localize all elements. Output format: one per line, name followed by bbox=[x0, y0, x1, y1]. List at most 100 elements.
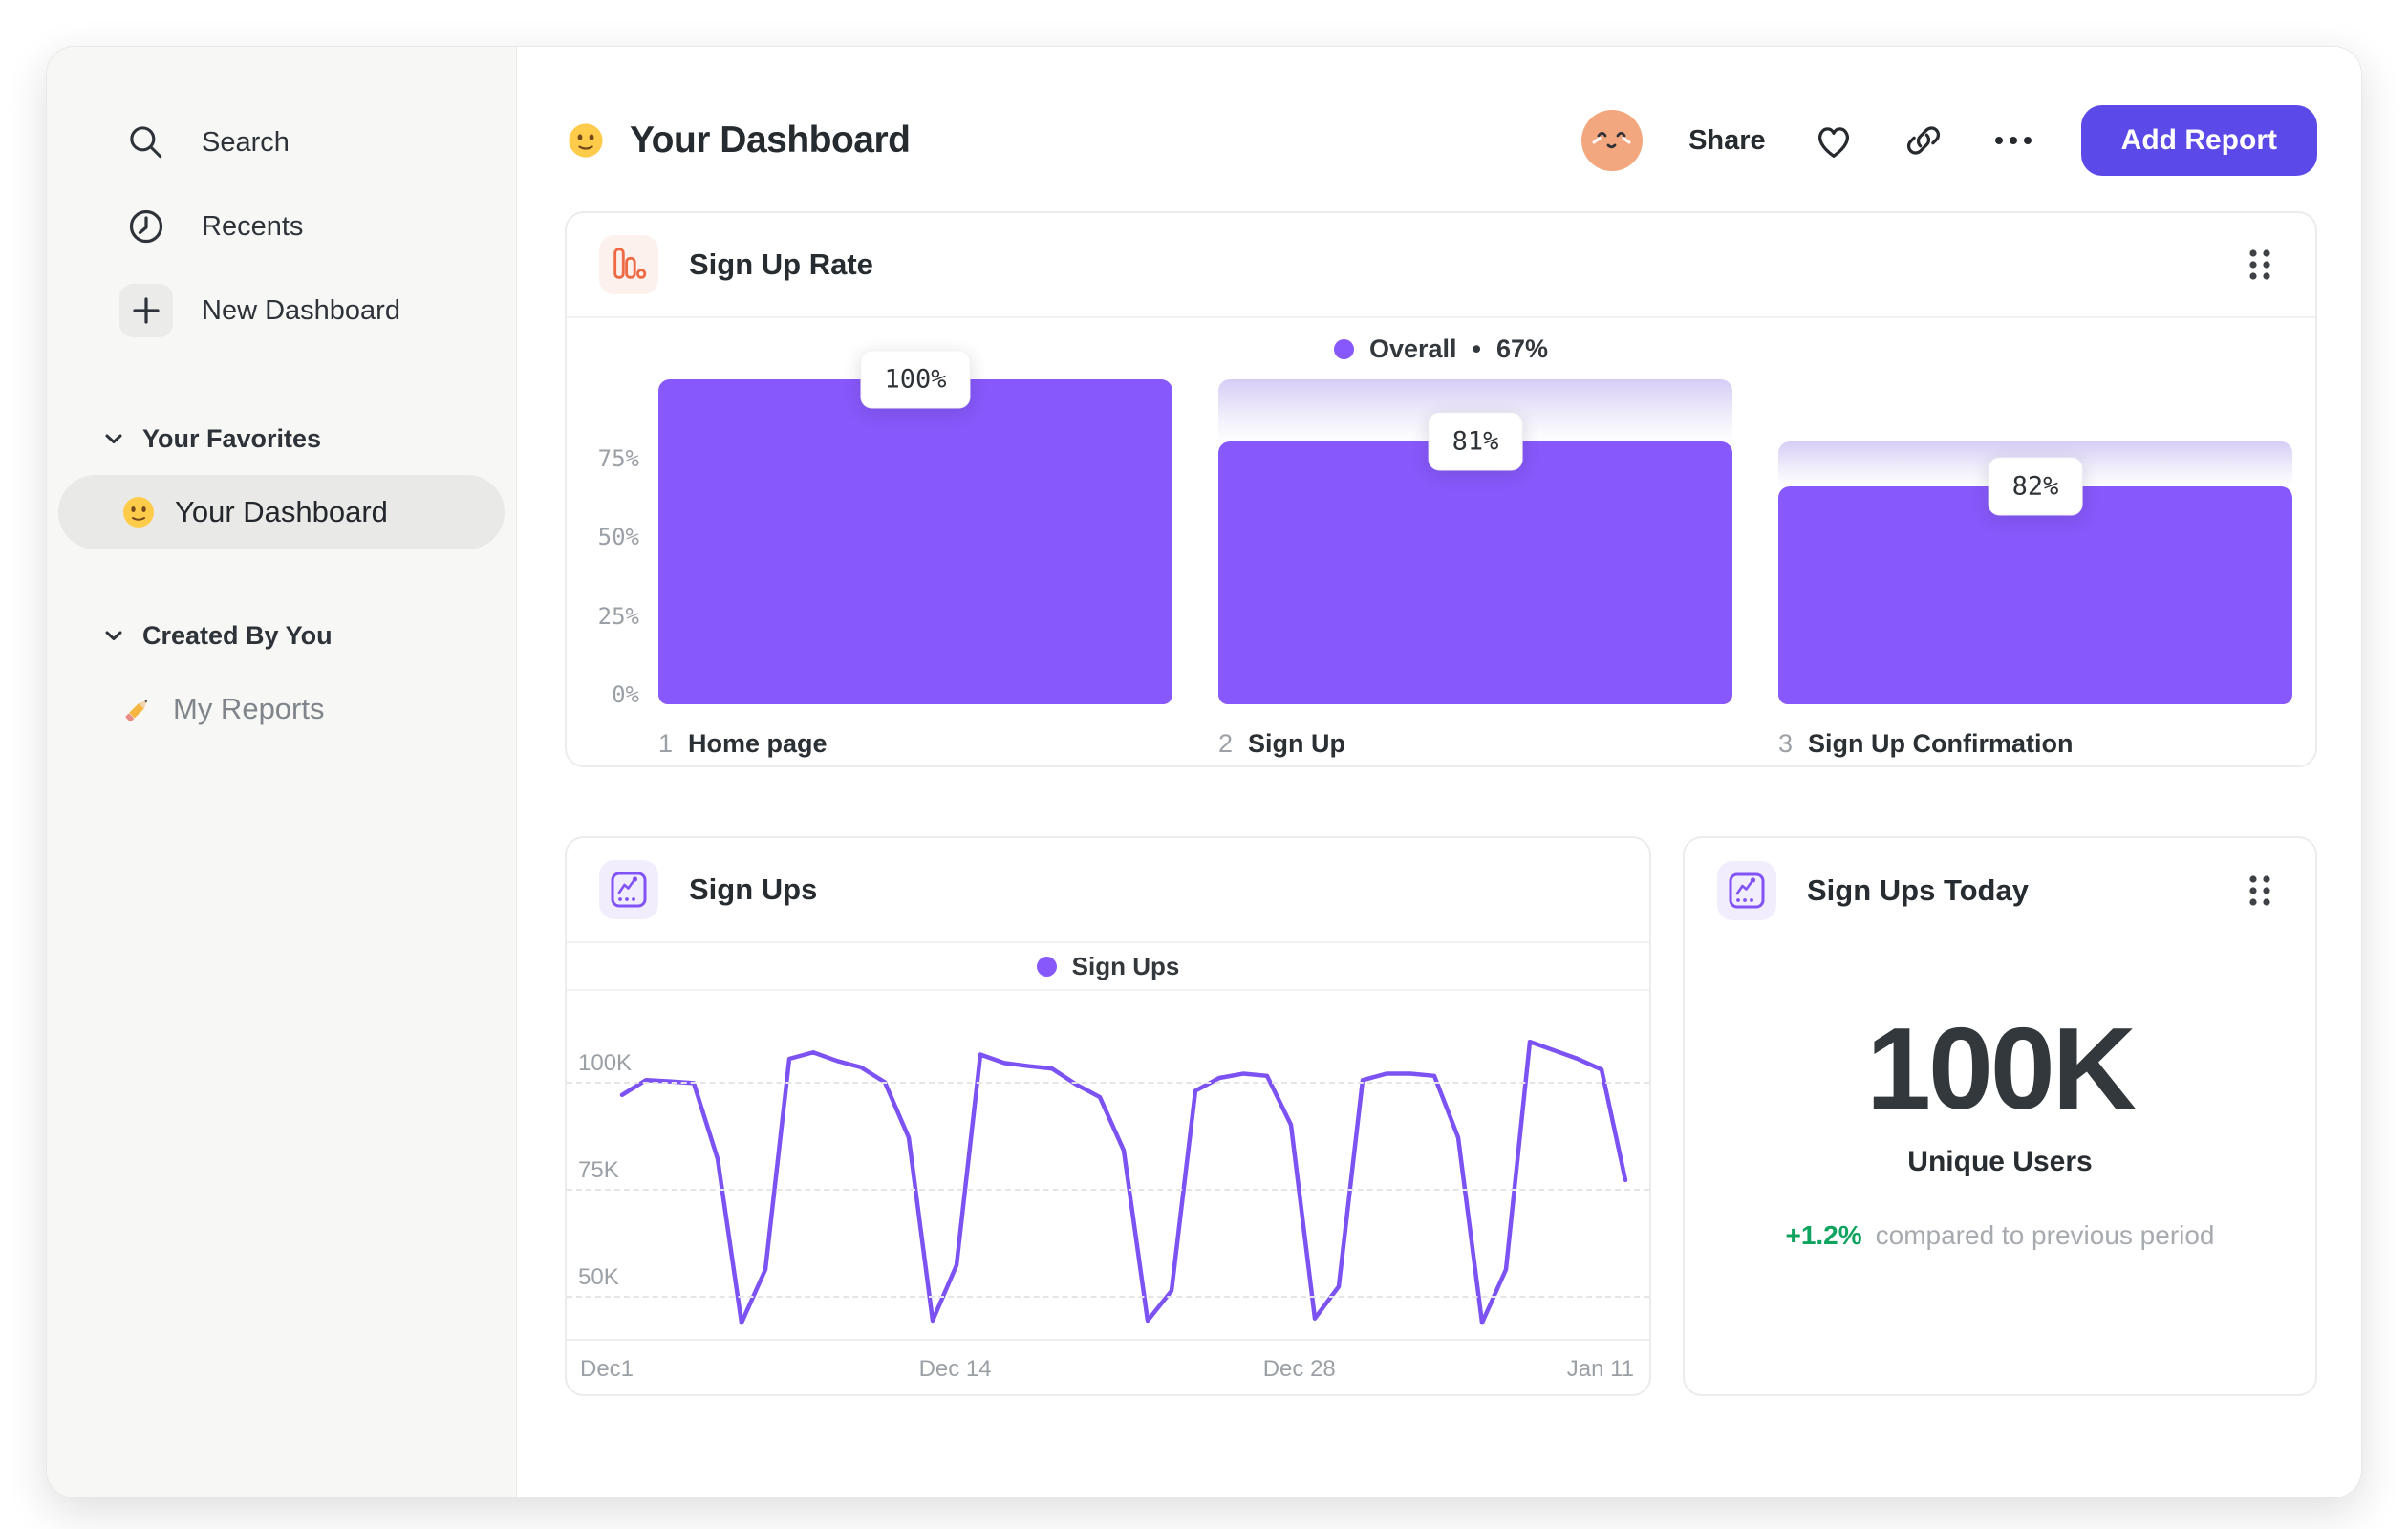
legend-dot bbox=[1333, 338, 1354, 359]
line-x-axis: Dec1 Dec 14 Dec 28 Jan 11 bbox=[567, 1341, 1649, 1394]
y-tick-label: 0% bbox=[612, 681, 639, 708]
x-tick-label: Jan 11 bbox=[1566, 1356, 1634, 1382]
x-tick-label: Dec 14 bbox=[918, 1356, 992, 1382]
share-button[interactable]: Share bbox=[1688, 125, 1766, 157]
sign-ups-today-card: Sign Ups Today 100K Unique Users +1.2% c… bbox=[1683, 836, 2317, 1396]
page-header: Your Dashboard Share Add Report bbox=[565, 102, 2317, 179]
funnel-bar-fill bbox=[658, 379, 1172, 704]
avatar-face-icon bbox=[1592, 131, 1631, 149]
sidebar-item-search[interactable]: Search bbox=[47, 100, 516, 184]
plus-icon bbox=[119, 284, 173, 337]
y-tick-label: 25% bbox=[597, 602, 639, 630]
step-name: Home page bbox=[688, 729, 828, 758]
drag-handle-icon[interactable] bbox=[2243, 871, 2277, 911]
funnel-step-label: 1 Home page bbox=[658, 729, 1172, 759]
favorite-heart-icon[interactable] bbox=[1812, 118, 1856, 162]
sign-ups-card: Sign Ups Sign Ups 100K 75K 50K Dec1 Dec 14 D… bbox=[565, 836, 1651, 1396]
chevron-down-icon bbox=[105, 631, 122, 640]
pencil-emoji-icon bbox=[125, 700, 148, 722]
gridline bbox=[567, 1189, 1649, 1191]
funnel-bars: 100% 81% 82% bbox=[658, 350, 2292, 704]
y-tick-label: 100K bbox=[578, 1050, 633, 1076]
bar-chart-icon bbox=[599, 235, 658, 294]
cards-row: Sign Ups Sign Ups 100K 75K 50K Dec1 Dec 14 D… bbox=[565, 836, 2317, 1396]
add-report-button[interactable]: Add Report bbox=[2080, 105, 2317, 176]
sidebar-item-your-dashboard[interactable]: Your Dashboard bbox=[58, 475, 505, 549]
sign-ups-card-header: Sign Ups bbox=[567, 838, 1649, 943]
gridline bbox=[567, 1082, 1649, 1084]
smiley-emoji-icon bbox=[123, 497, 154, 528]
search-icon bbox=[119, 116, 173, 169]
app-window: Search Recents New Dashboard Your Favori… bbox=[46, 46, 2362, 1498]
sign-ups-today-card-header: Sign Ups Today bbox=[1685, 838, 2315, 943]
funnel-legend: Overall • 67% bbox=[567, 318, 2315, 379]
sidebar: Search Recents New Dashboard Your Favori… bbox=[47, 47, 517, 1497]
step-number: 2 bbox=[1218, 729, 1234, 758]
sidebar-item-new-dashboard[interactable]: New Dashboard bbox=[47, 269, 516, 353]
funnel-value-label: 82% bbox=[1988, 457, 2083, 516]
page-title: Your Dashboard bbox=[630, 119, 911, 161]
card-title: Sign Ups Today bbox=[1807, 873, 2029, 907]
sidebar-item-label: New Dashboard bbox=[202, 294, 400, 326]
legend-label: Overall bbox=[1368, 334, 1457, 363]
legend-value: 67% bbox=[1495, 334, 1549, 363]
y-tick-label: 75% bbox=[597, 444, 639, 472]
kpi-label: Unique Users bbox=[1907, 1146, 2093, 1178]
kpi-value: 100K bbox=[1866, 1003, 2137, 1133]
funnel-plot-area: 75% 50% 25% 0% 100% 81% 82% bbox=[598, 350, 2292, 708]
sidebar-item-my-reports[interactable]: My Reports bbox=[58, 672, 505, 746]
section-label: Created By You bbox=[142, 620, 333, 650]
avatar[interactable] bbox=[1581, 110, 1644, 171]
line-chart-plot: 100K 75K 50K bbox=[567, 991, 1649, 1341]
sign-up-rate-card-header: Sign Up Rate bbox=[567, 213, 2315, 318]
legend-dot bbox=[1036, 956, 1057, 977]
main-content: Your Dashboard Share Add Report Sign Up … bbox=[517, 47, 2361, 1497]
kpi-delta-note: compared to previous period bbox=[1875, 1220, 2215, 1251]
sign-ups-line-series[interactable] bbox=[567, 991, 1649, 1339]
funnel-value-label: 100% bbox=[860, 350, 971, 409]
kpi-delta: +1.2% bbox=[1785, 1220, 1862, 1251]
sidebar-item-label: Recents bbox=[202, 210, 304, 242]
funnel-bar-fill bbox=[1778, 486, 2292, 704]
favorites-section-header[interactable]: Your Favorites bbox=[47, 408, 516, 469]
line-legend: Sign Ups bbox=[567, 943, 1649, 991]
x-tick-label: Dec 28 bbox=[1262, 1356, 1336, 1382]
sidebar-section-favorites: Your Favorites Your Dashboard bbox=[47, 408, 516, 549]
drag-handle-icon[interactable] bbox=[2243, 245, 2277, 285]
funnel-chart: 75% 50% 25% 0% 100% 81% 82% bbox=[567, 350, 2315, 708]
more-options-icon[interactable] bbox=[1991, 133, 2035, 148]
funnel-bar-fill bbox=[1218, 441, 1732, 704]
funnel-step-labels: 1 Home page 2 Sign Up 3 Sign Up Confirmation bbox=[567, 704, 2315, 759]
step-name: Sign Up Confirmation bbox=[1808, 729, 2074, 758]
sign-up-rate-card: Sign Up Rate Overall • 67% 75% 50% 25% 0% bbox=[565, 211, 2317, 767]
section-label: Your Favorites bbox=[142, 423, 322, 453]
header-actions: Share Add Report bbox=[1581, 105, 2317, 176]
funnel-value-label: 81% bbox=[1428, 412, 1523, 471]
funnel-bar[interactable]: 81% bbox=[1218, 379, 1732, 704]
funnel-bar[interactable]: 82% bbox=[1778, 379, 2292, 704]
created-by-you-section-header[interactable]: Created By You bbox=[47, 605, 516, 666]
step-number: 3 bbox=[1778, 729, 1794, 758]
funnel-step-label: 3 Sign Up Confirmation bbox=[1778, 729, 2292, 759]
y-tick-label: 75K bbox=[578, 1157, 619, 1183]
chevron-down-icon bbox=[105, 434, 122, 443]
y-tick-label: 50K bbox=[578, 1264, 619, 1290]
step-name: Sign Up bbox=[1248, 729, 1346, 758]
sidebar-item-label: My Reports bbox=[173, 692, 325, 725]
sidebar-item-recents[interactable]: Recents bbox=[47, 184, 516, 269]
sidebar-section-created-by-you: Created By You My Reports bbox=[47, 605, 516, 746]
kpi-delta-row: +1.2% compared to previous period bbox=[1785, 1220, 2214, 1251]
gridline bbox=[567, 1296, 1649, 1298]
copy-link-icon[interactable] bbox=[1902, 118, 1946, 162]
clock-icon bbox=[119, 200, 173, 253]
funnel-step-label: 2 Sign Up bbox=[1218, 729, 1732, 759]
card-title: Sign Up Rate bbox=[689, 248, 873, 281]
line-chart-icon bbox=[1717, 861, 1776, 920]
sidebar-item-label: Search bbox=[202, 126, 290, 158]
funnel-bar[interactable]: 100% bbox=[658, 350, 1172, 704]
card-title: Sign Ups bbox=[689, 872, 818, 906]
legend-label: Sign Ups bbox=[1071, 951, 1180, 980]
x-tick-label: Dec1 bbox=[580, 1356, 634, 1382]
line-chart-icon bbox=[599, 860, 658, 919]
y-tick-label: 50% bbox=[597, 524, 639, 550]
